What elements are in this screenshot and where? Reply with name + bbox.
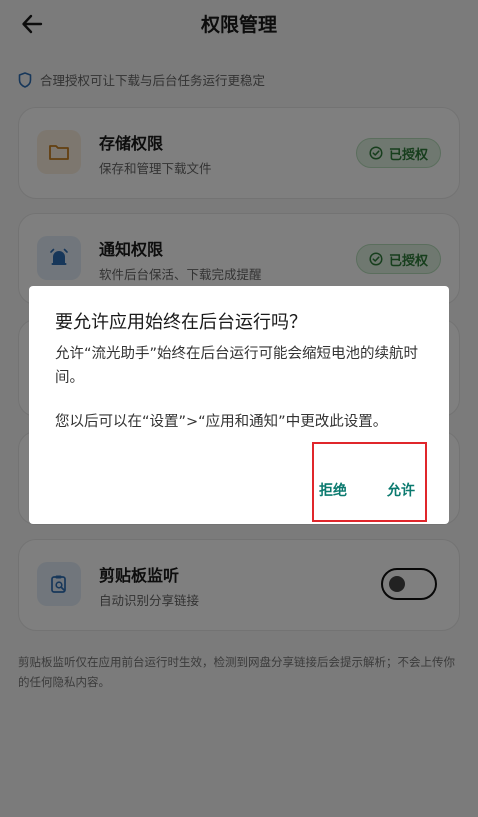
background-run-dialog: 要允许应用始终在后台运行吗？ 允许“流光助手”始终在后台运行可能会缩短电池的续航… [29, 286, 449, 524]
deny-button[interactable]: 拒绝 [319, 480, 347, 500]
dialog-title: 要允许应用始终在后台运行吗？ [55, 312, 307, 333]
dialog-message: 允许“流光助手”始终在后台运行可能会缩短电池的续航时间。 [55, 346, 419, 386]
allow-button[interactable]: 允许 [387, 480, 415, 500]
dialog-message-settings: 您以后可以在“设置”>“应用和通知”中更改此设置。 [55, 414, 388, 430]
